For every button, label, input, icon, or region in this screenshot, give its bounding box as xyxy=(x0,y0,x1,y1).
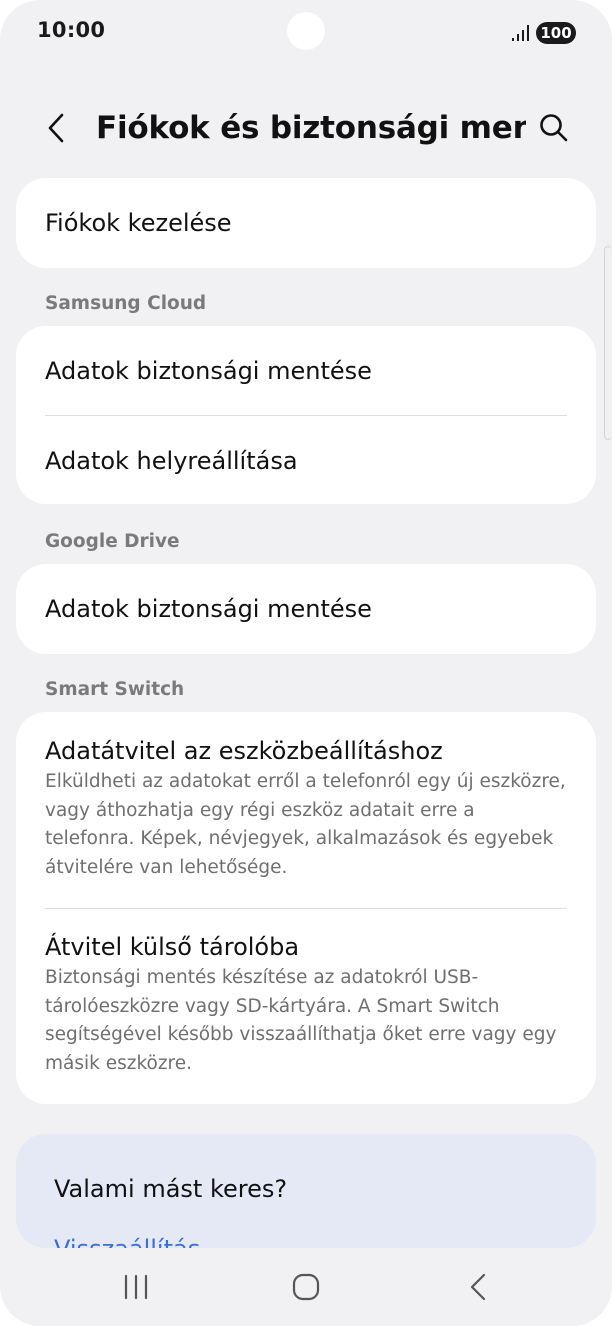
navigation-bar xyxy=(0,1248,612,1326)
app-header: Fiókok és biztonsági men... xyxy=(0,96,612,160)
suggestion-title: Valami mást keres? xyxy=(54,1175,288,1203)
samsung-cloud-card: Adatok biztonsági mentése Adatok helyreá… xyxy=(16,326,596,504)
nav-back-icon xyxy=(470,1273,486,1301)
divider xyxy=(45,908,567,909)
samsung-restore-label: Adatok helyreállítása xyxy=(45,447,298,475)
home-icon xyxy=(292,1273,320,1301)
status-bar: 10:00 100 xyxy=(0,0,612,64)
suggestion-card: Valami mást keres? Visszaállítás xyxy=(16,1134,596,1248)
recents-icon xyxy=(124,1274,148,1300)
samsung-restore-item[interactable]: Adatok helyreállítása xyxy=(16,446,596,476)
nav-back-button[interactable] xyxy=(448,1262,508,1312)
google-backup-label: Adatok biztonsági mentése xyxy=(45,595,372,623)
signal-icon xyxy=(512,25,529,41)
device-transfer-item[interactable]: Adatátvitel az eszközbeállításhoz Elküld… xyxy=(16,736,596,882)
external-storage-title: Átvitel külső tárolóba xyxy=(45,933,300,961)
status-time: 10:00 xyxy=(37,18,106,42)
back-button[interactable] xyxy=(34,106,78,150)
section-label-samsung-cloud: Samsung Cloud xyxy=(45,293,207,314)
smart-switch-card: Adatátvitel az eszközbeállításhoz Elküld… xyxy=(16,712,596,1104)
external-storage-description: Biztonsági mentés készítése az adatokról… xyxy=(45,967,557,1074)
samsung-backup-item[interactable]: Adatok biztonsági mentése xyxy=(16,356,596,386)
google-drive-card: Adatok biztonsági mentése xyxy=(16,564,596,654)
phone-screen: 10:00 100 Fiókok és biztonsági men... Fi… xyxy=(0,0,612,1326)
divider xyxy=(45,415,567,416)
device-transfer-title: Adatátvitel az eszközbeállításhoz xyxy=(45,737,443,765)
camera-cutout xyxy=(287,12,325,50)
search-icon xyxy=(540,114,568,142)
recents-button[interactable] xyxy=(106,1262,166,1312)
section-label-smart-switch: Smart Switch xyxy=(45,679,185,700)
page-title: Fiókok és biztonsági men... xyxy=(96,110,526,146)
reset-link[interactable]: Visszaállítás xyxy=(54,1234,200,1248)
external-storage-item[interactable]: Átvitel külső tárolóba Biztonsági mentés… xyxy=(16,932,596,1078)
search-button[interactable] xyxy=(532,106,576,150)
manage-accounts-label: Fiókok kezelése xyxy=(45,209,232,237)
device-transfer-description: Elküldheti az adatokat erről a telefonró… xyxy=(45,771,566,878)
chevron-left-icon xyxy=(48,113,64,143)
manage-accounts-item[interactable]: Fiókok kezelése xyxy=(16,178,596,238)
google-backup-item[interactable]: Adatok biztonsági mentése xyxy=(16,564,596,624)
home-button[interactable] xyxy=(276,1262,336,1312)
section-label-google-drive: Google Drive xyxy=(45,531,180,552)
scrollbar[interactable] xyxy=(604,246,612,440)
battery-indicator: 100 xyxy=(536,22,576,44)
samsung-backup-label: Adatok biztonsági mentése xyxy=(45,357,372,385)
accounts-card: Fiókok kezelése xyxy=(16,178,596,268)
